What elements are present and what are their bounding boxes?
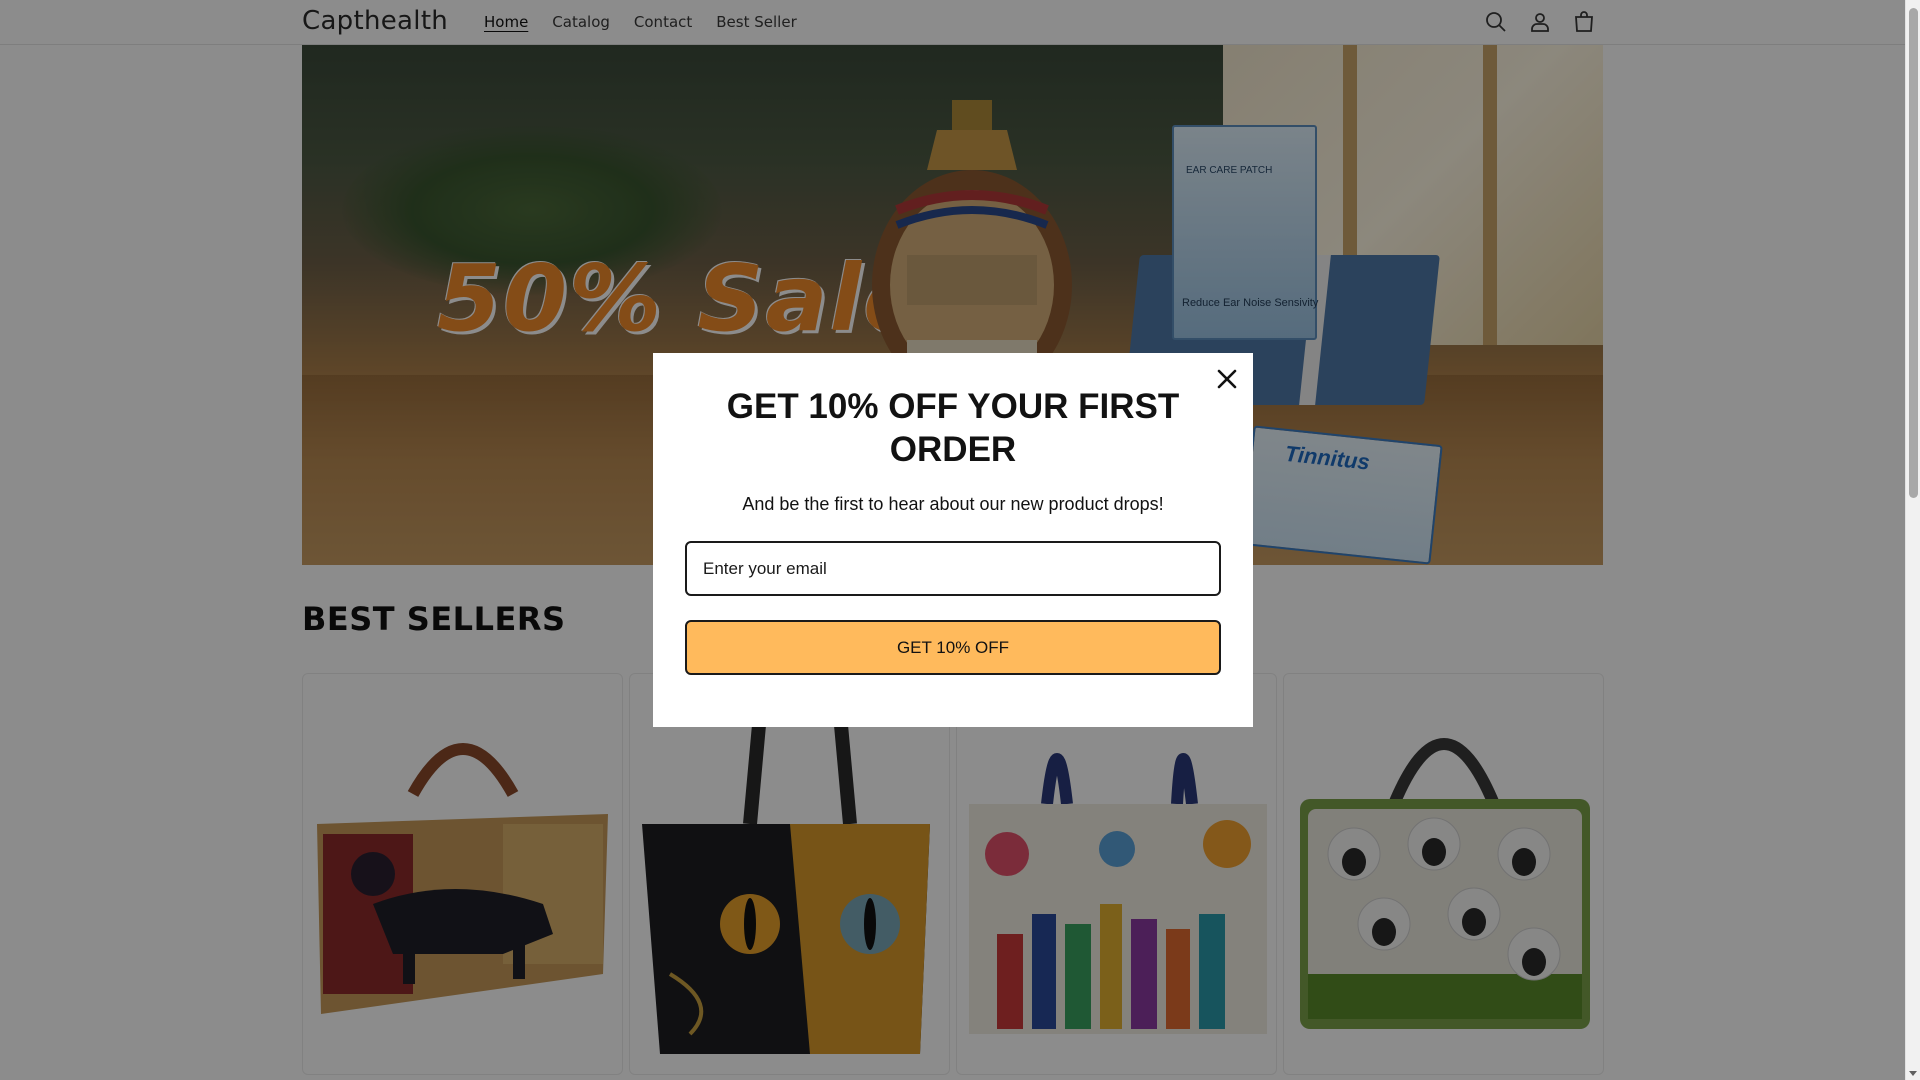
popup-subtitle: And be the first to hear about our new p… xyxy=(742,494,1164,514)
scroll-down-arrow-icon[interactable] xyxy=(1909,1071,1917,1076)
page-scrollbar[interactable] xyxy=(1905,0,1920,1080)
scrollbar-thumb[interactable] xyxy=(1909,8,1918,498)
get-discount-button[interactable]: GET 10% OFF xyxy=(685,620,1221,675)
discount-popup: GET 10% OFF YOUR FIRST ORDER And be the … xyxy=(653,353,1253,727)
close-icon[interactable] xyxy=(1213,365,1241,393)
email-field[interactable] xyxy=(685,541,1221,596)
popup-title: GET 10% OFF YOUR FIRST ORDER xyxy=(726,387,1180,469)
